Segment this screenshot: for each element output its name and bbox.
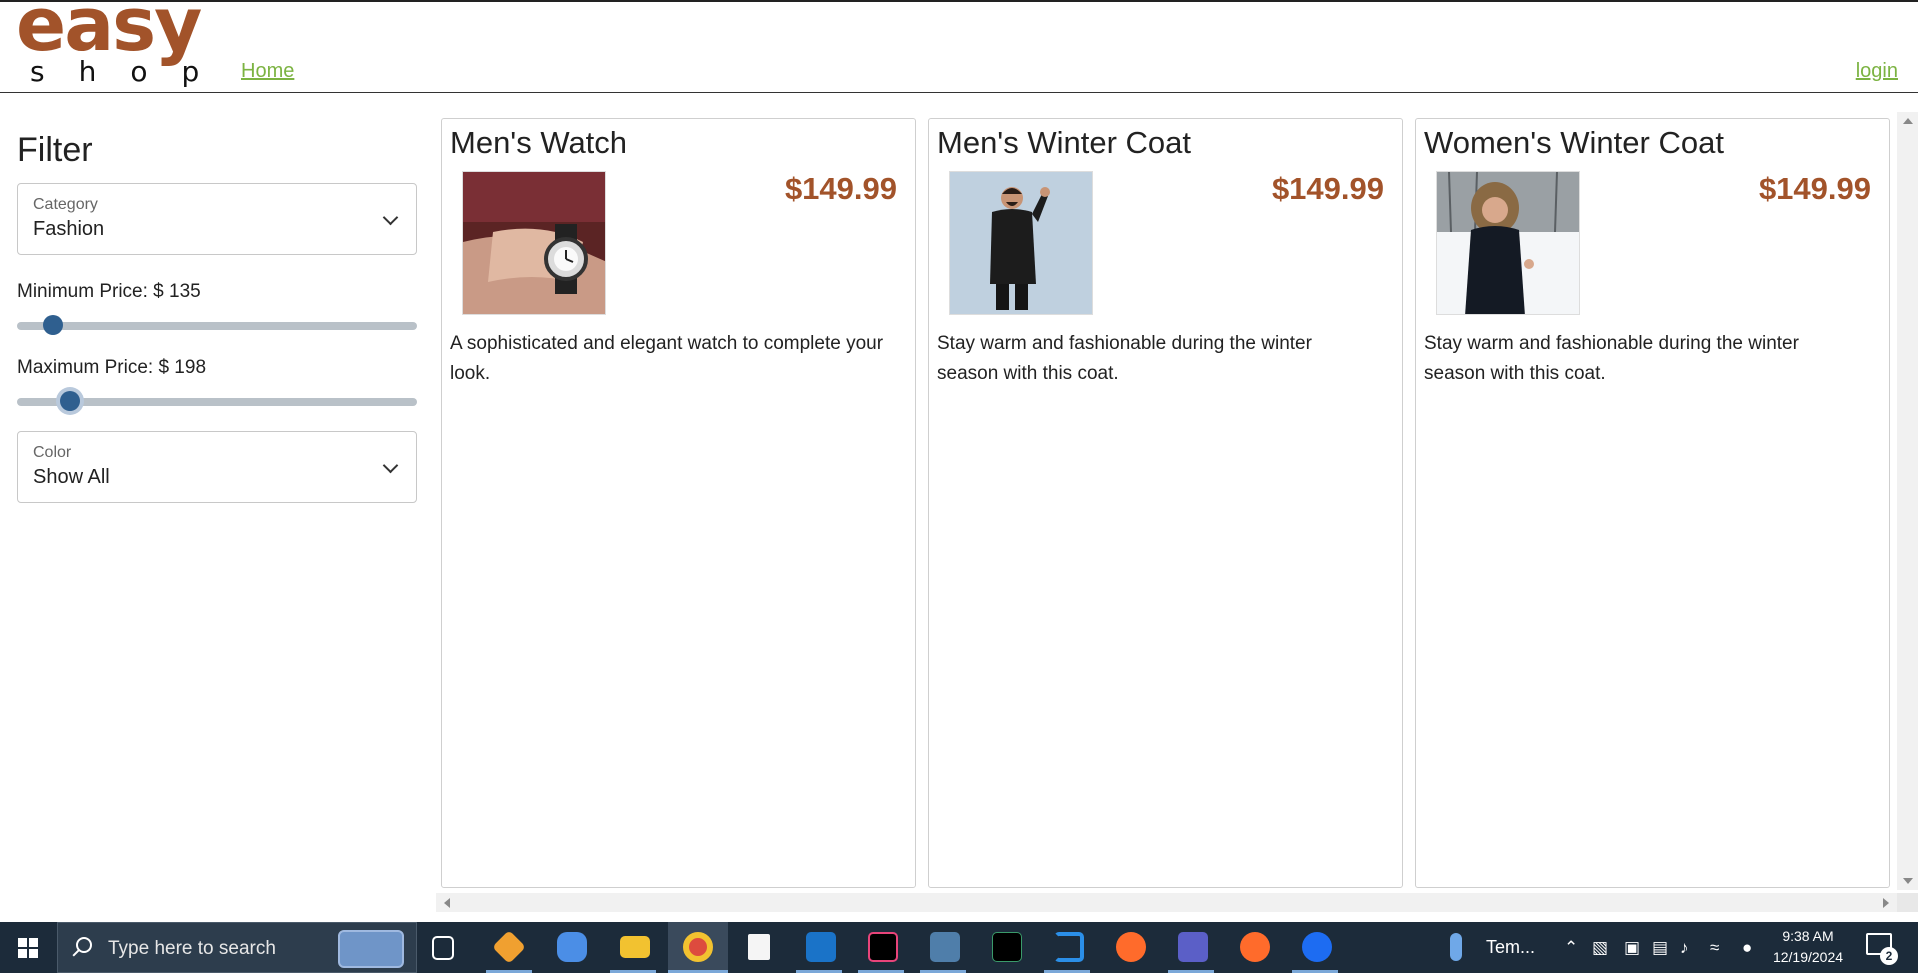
teams-icon[interactable]: [1178, 932, 1208, 962]
min-price-thumb[interactable]: [43, 315, 63, 335]
mysql-workbench-icon[interactable]: [930, 932, 960, 962]
file-explorer-icon[interactable]: [620, 936, 650, 958]
clock-date[interactable]: 12/19/2024: [1768, 949, 1848, 965]
chevron-down-icon: [382, 457, 399, 474]
search-icon: [76, 937, 92, 953]
site-header: easy shop Home login: [0, 0, 1918, 93]
max-price-label: Maximum Price: $ 198: [17, 357, 207, 378]
product-card[interactable]: Women's Winter Coat $149.99 Stay warm an…: [1415, 118, 1890, 888]
min-price-slider[interactable]: [17, 311, 417, 341]
network-drive-icon[interactable]: ▤: [1652, 938, 1668, 958]
intellij-icon[interactable]: [868, 932, 898, 962]
horizontal-scrollbar[interactable]: [436, 893, 1897, 912]
color-value: Show All: [33, 466, 110, 488]
vscode-icon[interactable]: [1054, 932, 1084, 962]
product-price: $149.99: [1271, 171, 1384, 206]
notification-count: 2: [1880, 947, 1898, 965]
zoom-icon[interactable]: [1302, 932, 1332, 962]
battery-icon[interactable]: ▧: [1592, 938, 1608, 958]
windows-taskbar: Type here to search Tem... ⌃ ▧ ▣ ▤ ♪ ≈ ●…: [0, 922, 1918, 973]
postman-agent-icon[interactable]: [1240, 932, 1270, 962]
product-image-womens-coat[interactable]: [1436, 171, 1580, 315]
product-image-mens-coat[interactable]: [949, 171, 1093, 315]
vertical-scrollbar[interactable]: [1897, 112, 1918, 890]
speaker-icon[interactable]: ♪: [1680, 938, 1689, 958]
product-card[interactable]: Men's Winter Coat $149.99 Stay warm and …: [928, 118, 1403, 888]
easyshop-logo[interactable]: easy shop: [16, 0, 216, 92]
color-select[interactable]: Color Show All: [17, 431, 417, 503]
product-name: Women's Winter Coat: [1424, 125, 1724, 160]
clock-time[interactable]: 9:38 AM: [1768, 928, 1848, 944]
browser-page: easy shop Home login Filter Category Fas…: [0, 0, 1918, 973]
chevron-down-icon: [382, 209, 399, 226]
product-name: Men's Winter Coat: [937, 125, 1191, 160]
windows-logo-icon: [18, 938, 38, 958]
max-price-slider[interactable]: [17, 387, 417, 417]
camera-icon[interactable]: ▣: [1624, 938, 1640, 958]
thermometer-icon[interactable]: [1450, 933, 1462, 961]
filter-panel: Filter Category Fashion Minimum Price: $…: [17, 120, 417, 503]
logo-shop-text: shop: [30, 55, 234, 88]
chrome-icon[interactable]: [683, 932, 713, 962]
microphone-icon[interactable]: ●: [1742, 938, 1752, 958]
search-placeholder: Type here to search: [108, 938, 276, 959]
product-card[interactable]: Men's Watch $149.99 A sophisticated and …: [441, 118, 916, 888]
max-price-thumb[interactable]: [59, 391, 80, 411]
outlook-icon[interactable]: [806, 932, 836, 962]
min-price-track[interactable]: [17, 322, 417, 330]
weather-label[interactable]: Tem...: [1486, 937, 1535, 958]
category-value: Fashion: [33, 218, 105, 240]
wifi-icon[interactable]: ≈: [1710, 938, 1719, 958]
postman-icon[interactable]: [1116, 932, 1146, 962]
copilot-icon[interactable]: [557, 932, 587, 962]
product-price: $149.99: [784, 171, 897, 206]
notepad-icon[interactable]: [748, 934, 770, 960]
product-description: A sophisticated and elegant watch to com…: [450, 333, 884, 384]
chevron-up-icon[interactable]: ⌃: [1564, 938, 1578, 958]
git-icon[interactable]: [492, 930, 526, 964]
color-label: Color: [33, 444, 72, 461]
product-description: Stay warm and fashionable during the win…: [937, 333, 1312, 384]
task-view-icon[interactable]: [432, 936, 454, 960]
search-highlight-icon[interactable]: [338, 930, 404, 968]
min-price-label: Minimum Price: $ 135: [17, 281, 201, 302]
terminal-app-icon[interactable]: [992, 932, 1022, 962]
category-select[interactable]: Category Fashion: [17, 183, 417, 255]
product-list: Men's Watch $149.99 A sophisticated and …: [441, 118, 1891, 888]
filter-title: Filter: [17, 131, 93, 169]
start-button[interactable]: [0, 922, 56, 973]
scroll-left-icon[interactable]: [444, 898, 450, 908]
product-price: $149.99: [1758, 171, 1871, 206]
nav-home-link[interactable]: Home: [241, 60, 294, 83]
product-description: Stay warm and fashionable during the win…: [1424, 333, 1799, 384]
taskbar-search[interactable]: Type here to search: [57, 922, 417, 973]
scroll-right-icon[interactable]: [1883, 898, 1889, 908]
category-label: Category: [33, 196, 98, 213]
nav-login-link[interactable]: login: [1856, 60, 1898, 83]
product-image-watch[interactable]: [462, 171, 606, 315]
logo-easy-text: easy: [16, 0, 202, 68]
product-name: Men's Watch: [450, 125, 628, 160]
scroll-down-icon[interactable]: [1903, 878, 1913, 884]
scroll-up-icon[interactable]: [1903, 118, 1913, 124]
scrollbar-corner: [1897, 893, 1918, 912]
